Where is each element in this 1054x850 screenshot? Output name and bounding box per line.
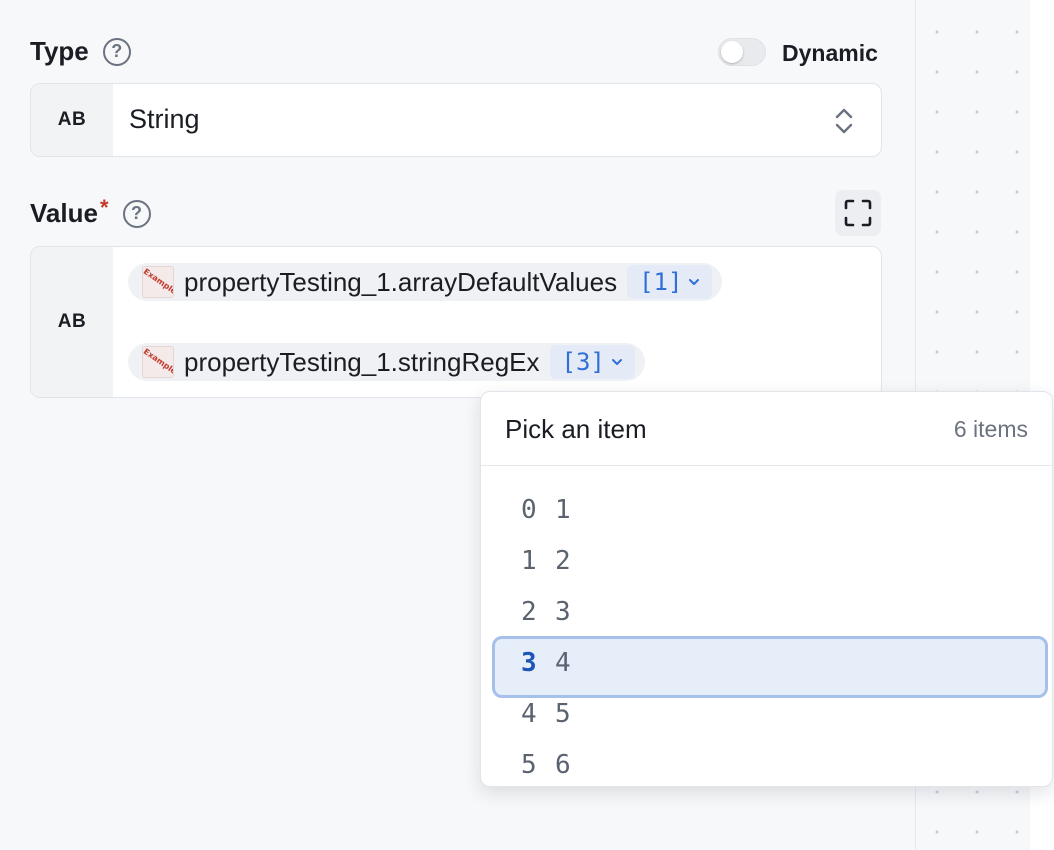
toggle-knob (721, 41, 743, 63)
item-value: 6 (555, 749, 571, 780)
dropdown-item[interactable]: 1 2 (481, 535, 1052, 586)
chevron-down-icon (611, 359, 622, 365)
dropdown-title: Pick an item (505, 414, 647, 444)
expand-icon (844, 199, 872, 227)
dropdown-item[interactable]: 0 1 (481, 484, 1052, 535)
item-picker-dropdown: Pick an item 6 items 0 1 1 2 2 3 3 4 4 5… (480, 391, 1053, 787)
chevron-updown-icon (835, 108, 853, 134)
item-index: 5 (521, 749, 537, 780)
dropdown-count: 6 items (953, 416, 1028, 442)
dropdown-header: Pick an item 6 items (481, 392, 1052, 466)
type-label-text: Type (30, 36, 89, 66)
pill-text: propertyTesting_1.arrayDefaultValues (184, 266, 618, 297)
item-index: 0 (521, 494, 537, 525)
pill-text: propertyTesting_1.stringRegEx (184, 346, 540, 377)
type-select-value: String (129, 104, 200, 134)
value-input[interactable]: AB Example propertyTesting_1.arrayDefaul… (30, 246, 882, 398)
dropdown-item[interactable]: 5 6 (481, 739, 1052, 786)
type-select[interactable]: AB String (30, 83, 882, 157)
dynamic-label: Dynamic (782, 40, 878, 66)
index-value: [1] (639, 268, 683, 296)
item-index: 1 (521, 545, 537, 576)
index-selector[interactable]: [1] (627, 265, 713, 299)
image-thumbnail-icon: Example (142, 266, 174, 298)
type-label: Type ? (30, 36, 131, 67)
value-pill[interactable]: Example propertyTesting_1.arrayDefaultVa… (128, 263, 723, 301)
chevron-down-icon (689, 279, 700, 285)
item-value: 4 (555, 647, 571, 678)
value-type-badge: AB (31, 247, 113, 397)
value-pill[interactable]: Example propertyTesting_1.stringRegEx [3… (128, 343, 645, 381)
image-thumbnail-icon: Example (142, 346, 174, 378)
item-value: 1 (555, 494, 571, 525)
help-icon[interactable]: ? (122, 199, 151, 228)
item-value: 3 (555, 596, 571, 627)
value-label: Value * ? (30, 194, 151, 229)
type-badge: AB (31, 84, 113, 156)
expand-button[interactable] (835, 190, 881, 236)
help-icon[interactable]: ? (102, 37, 131, 66)
value-label-text: Value (30, 198, 98, 228)
item-index: 4 (521, 698, 537, 729)
item-index: 3 (521, 647, 537, 678)
index-selector[interactable]: [3] (549, 345, 635, 379)
required-mark: * (99, 194, 109, 220)
index-value: [3] (561, 348, 605, 376)
dropdown-item[interactable]: 4 5 (481, 688, 1052, 739)
dynamic-toggle[interactable] (718, 38, 766, 66)
item-index: 2 (521, 596, 537, 627)
dropdown-list: 0 1 1 2 2 3 3 4 4 5 5 6 (481, 484, 1052, 786)
dropdown-item-active[interactable]: 3 4 (481, 636, 1052, 698)
item-value: 2 (555, 545, 571, 576)
item-value: 5 (555, 698, 571, 729)
dropdown-item[interactable]: 2 3 (481, 586, 1052, 637)
